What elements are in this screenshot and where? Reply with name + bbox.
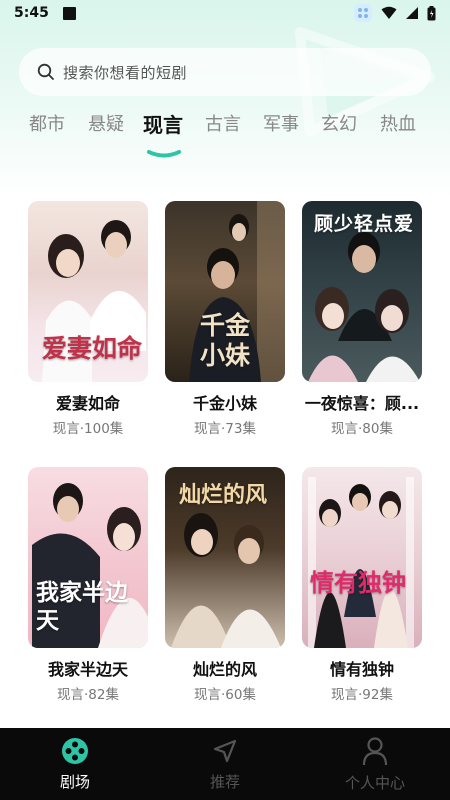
drama-meta: 现言·73集 bbox=[194, 421, 256, 437]
film-reel-icon bbox=[62, 737, 88, 764]
poster-title: 我家半边天 bbox=[36, 579, 128, 634]
drama-card[interactable]: 千金小妹 千金小妹 现言·73集 bbox=[165, 201, 285, 437]
drama-poster[interactable]: 千金小妹 bbox=[165, 201, 285, 382]
drama-title: 一夜惊喜：顾... bbox=[304, 394, 420, 413]
drama-title: 爱妻如命 bbox=[55, 394, 120, 413]
poster-title: 千金小妹 bbox=[199, 311, 250, 370]
drama-poster[interactable]: 情有独钟 bbox=[302, 467, 422, 648]
nav-profile[interactable]: 个人中心 bbox=[335, 728, 415, 800]
drama-title: 灿烂的风 bbox=[192, 660, 257, 679]
drama-meta: 现言·60集 bbox=[194, 687, 256, 703]
poster-title: 顾少轻点爱 bbox=[314, 213, 415, 235]
nav-recommend[interactable]: 推荐 bbox=[195, 728, 255, 800]
drama-meta: 现言·80集 bbox=[331, 421, 393, 437]
nav-label: 个人中心 bbox=[344, 773, 405, 792]
drama-poster[interactable]: 顾少轻点爱 bbox=[302, 201, 422, 382]
drama-card[interactable]: 爱妻如命 爱妻如命 现言·100集 bbox=[28, 201, 148, 437]
drama-meta: 现言·82集 bbox=[57, 687, 119, 703]
drama-card[interactable]: 灿烂的风 灿烂的风 现言·60集 bbox=[165, 467, 285, 703]
drama-meta: 现言·92集 bbox=[331, 687, 393, 703]
drama-grid: 爱妻如命 爱妻如命 现言·100集 千金小妹 千金小妹 现言·73集 顾少轻点爱… bbox=[0, 0, 450, 730]
nav-label: 剧场 bbox=[59, 772, 90, 791]
bottom-navigation: 剧场 推荐 个人中心 bbox=[0, 728, 450, 800]
drama-card[interactable]: 情有独钟 情有独钟 现言·92集 bbox=[302, 467, 422, 703]
drama-title: 千金小妹 bbox=[192, 394, 257, 413]
drama-title: 我家半边天 bbox=[47, 660, 128, 679]
drama-card[interactable]: 我家半边天 我家半边天 现言·82集 bbox=[28, 467, 148, 703]
person-icon bbox=[362, 736, 388, 765]
poster-art bbox=[308, 477, 414, 648]
drama-meta: 现言·100集 bbox=[52, 421, 124, 437]
poster-title: 爱妻如命 bbox=[42, 334, 143, 363]
poster-title: 情有独钟 bbox=[310, 568, 406, 597]
nav-label: 推荐 bbox=[209, 772, 240, 791]
poster-title: 灿烂的风 bbox=[179, 482, 268, 508]
navigation-arrow-icon bbox=[213, 739, 237, 762]
drama-poster[interactable]: 爱妻如命 bbox=[28, 201, 148, 382]
drama-poster[interactable]: 灿烂的风 bbox=[165, 467, 285, 648]
drama-card[interactable]: 顾少轻点爱 一夜惊喜：顾... 现言·80集 bbox=[302, 201, 422, 437]
drama-title: 情有独钟 bbox=[329, 660, 394, 679]
drama-poster[interactable]: 我家半边天 bbox=[28, 467, 148, 648]
nav-theater[interactable]: 剧场 bbox=[45, 728, 105, 800]
